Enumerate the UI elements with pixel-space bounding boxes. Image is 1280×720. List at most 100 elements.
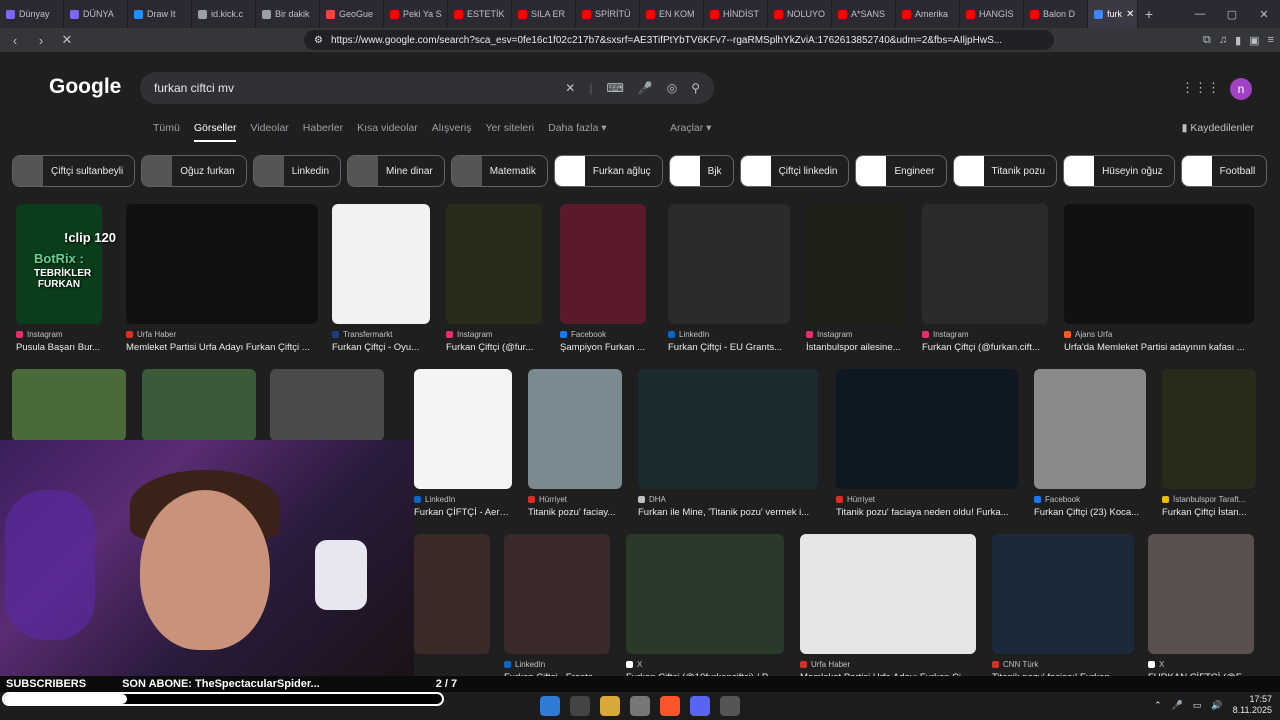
- new-tab-icon[interactable]: +: [1138, 6, 1160, 22]
- result-source[interactable]: Hürriyet: [528, 495, 622, 504]
- image-result[interactable]: XFURKAN ÇİFTÇİ (@F...: [1148, 534, 1254, 683]
- nav-tab[interactable]: Videolar: [250, 122, 288, 142]
- browser-tab[interactable]: ESTETİK: [448, 0, 512, 28]
- site-info-icon[interactable]: ⚙: [314, 35, 323, 46]
- lens-icon[interactable]: ◎: [667, 81, 677, 95]
- result-thumbnail[interactable]: [142, 369, 256, 441]
- related-search-chip[interactable]: Football: [1180, 155, 1268, 187]
- menu-icon[interactable]: ≡: [1268, 34, 1274, 47]
- result-thumbnail[interactable]: [504, 534, 610, 654]
- keyboard-icon[interactable]: ⌨: [606, 81, 623, 95]
- result-title[interactable]: Memleket Partisi Urfa Adayı Furkan Çiftç…: [126, 342, 318, 353]
- result-title[interactable]: Furkan ile Mine, 'Titanik pozu' vermek i…: [638, 507, 818, 518]
- result-source[interactable]: Instagram: [806, 330, 906, 339]
- related-search-chip[interactable]: Mine dinar: [347, 155, 445, 187]
- result-thumbnail[interactable]: [126, 204, 318, 324]
- browser-tab[interactable]: A*SANS: [832, 0, 896, 28]
- related-search-chip[interactable]: Linkedin: [252, 155, 342, 187]
- network-icon[interactable]: ▭: [1193, 700, 1202, 711]
- maximize-icon[interactable]: ▢: [1216, 8, 1248, 21]
- address-bar[interactable]: ⚙ https://www.google.com/search?sca_esv=…: [304, 30, 1054, 50]
- image-result[interactable]: Facebook Şampiyon Furkan ...: [560, 204, 646, 353]
- browser-tab[interactable]: id.kick.c: [192, 0, 256, 28]
- result-thumbnail[interactable]: [560, 204, 646, 324]
- browser-tab[interactable]: GeoGue: [320, 0, 384, 28]
- result-thumbnail[interactable]: [1034, 369, 1146, 489]
- result-thumbnail[interactable]: [414, 369, 512, 489]
- tray-mic-icon[interactable]: 🎤: [1172, 700, 1183, 711]
- clock[interactable]: 17:57 8.11.2025: [1233, 694, 1272, 716]
- result-source[interactable]: Ajans Urfa: [1064, 330, 1254, 339]
- result-thumbnail[interactable]: [992, 534, 1134, 654]
- result-source[interactable]: Instagram: [16, 330, 102, 339]
- related-search-chip[interactable]: Engineer: [855, 155, 947, 187]
- voice-search-icon[interactable]: 🎤: [638, 81, 653, 95]
- related-search-chip[interactable]: Titanik pozu: [952, 155, 1058, 187]
- result-source[interactable]: LinkedIn: [414, 495, 512, 504]
- nav-tab[interactable]: Daha fazla ▾: [548, 122, 606, 142]
- sidebar-icon[interactable]: ▮: [1235, 34, 1241, 47]
- result-source[interactable]: Hürriyet: [836, 495, 1018, 504]
- result-title[interactable]: Şampiyon Furkan ...: [560, 342, 646, 353]
- saved-link[interactable]: ▮ Kaydedilenler: [1182, 122, 1254, 134]
- browser-tab[interactable]: Amerika: [896, 0, 960, 28]
- result-thumbnail[interactable]: [626, 534, 784, 654]
- browser-tab[interactable]: Draw It: [128, 0, 192, 28]
- nav-tab[interactable]: Tümü: [153, 122, 180, 142]
- nav-tab[interactable]: Alışveriş: [432, 122, 472, 142]
- nav-tab[interactable]: Görseller: [193, 122, 237, 142]
- image-result[interactable]: [414, 534, 490, 654]
- browser-tab[interactable]: Peki Ya S: [384, 0, 448, 28]
- result-title[interactable]: Furkan ÇİFTÇİ - Aeros...: [414, 507, 512, 518]
- back-icon[interactable]: ‹: [6, 33, 24, 48]
- minimize-icon[interactable]: —: [1184, 8, 1216, 21]
- browser-tab[interactable]: DÜNYA: [64, 0, 128, 28]
- related-search-chip[interactable]: Hüseyin oğuz: [1063, 155, 1175, 187]
- browser-tab[interactable]: SPİRİTÜ: [576, 0, 640, 28]
- result-source[interactable]: Urfa Haber: [126, 330, 318, 339]
- browser-tab[interactable]: HİNDİST: [704, 0, 768, 28]
- result-thumbnail[interactable]: [446, 204, 542, 324]
- image-result[interactable]: Facebook Furkan Çiftçi (23) Koca...: [1034, 369, 1146, 518]
- browser-tab[interactable]: Dünyay: [0, 0, 64, 28]
- image-result[interactable]: Urfa Haber Memleket Partisi Urfa Adayı Fu…: [126, 204, 318, 353]
- volume-icon[interactable]: 🔊: [1211, 700, 1222, 711]
- nav-tab[interactable]: Kısa videolar: [357, 122, 418, 142]
- image-result[interactable]: Transfermarkt Furkan Çiftçi - Oyu...: [332, 204, 430, 353]
- close-window-icon[interactable]: ✕: [1248, 8, 1280, 21]
- image-result[interactable]: Urfa HaberMemleket Partisi Urfa Adayı Fu…: [800, 534, 976, 683]
- browser-tab-active[interactable]: furk ✕: [1088, 0, 1138, 28]
- extensions-icon[interactable]: ⧉: [1203, 34, 1211, 47]
- browser-tab[interactable]: EN KOM: [640, 0, 704, 28]
- image-result[interactable]: [270, 369, 384, 441]
- search-box[interactable]: furkan ciftci mv ✕ | ⌨ 🎤 ◎ ⚲: [140, 72, 714, 104]
- related-search-chip[interactable]: Furkan ağluç: [553, 155, 663, 187]
- result-thumbnail[interactable]: [836, 369, 1018, 489]
- result-thumbnail[interactable]: [12, 369, 126, 441]
- image-result[interactable]: Ajans Urfa Urfa'da Memleket Partisi adayı…: [1064, 204, 1254, 353]
- image-result[interactable]: XFurkan Çiftçi (@10furkanciftci) / P...: [626, 534, 784, 683]
- image-result[interactable]: CNN TürkTitanik pozu' faciası! Furkan ..…: [992, 534, 1134, 683]
- result-title[interactable]: Furkan Çiftçi İstan...: [1162, 507, 1256, 518]
- avatar[interactable]: n: [1230, 78, 1252, 100]
- search-query[interactable]: furkan ciftci mv: [154, 81, 234, 95]
- discord-icon[interactable]: [690, 696, 710, 716]
- result-thumbnail[interactable]: [922, 204, 1048, 324]
- result-thumbnail[interactable]: [1148, 534, 1254, 654]
- browser-tab[interactable]: HANGİS: [960, 0, 1024, 28]
- wallet-icon[interactable]: ▣: [1249, 34, 1259, 47]
- result-source[interactable]: İstanbulspor Taraft...: [1162, 495, 1256, 504]
- chatgpt-icon[interactable]: [630, 696, 650, 716]
- image-result[interactable]: İstanbulspor Taraft... Furkan Çiftçi İsta…: [1162, 369, 1256, 518]
- google-logo[interactable]: Google: [49, 75, 121, 99]
- result-source[interactable]: CNN Türk: [992, 660, 1134, 669]
- image-result[interactable]: Instagram Furkan Çiftçi (@furkan.cift...: [922, 204, 1048, 353]
- result-thumbnail[interactable]: [1162, 369, 1256, 489]
- result-title[interactable]: Furkan Çiftçi (@fur...: [446, 342, 542, 353]
- related-search-chip[interactable]: Çiftçi linkedin: [739, 155, 850, 187]
- nav-tab[interactable]: Haberler: [303, 122, 343, 142]
- result-title[interactable]: Pusula Başarı Bur...: [16, 342, 102, 353]
- tray-chevron-icon[interactable]: ⌃: [1154, 700, 1162, 711]
- browser-tab[interactable]: NOLUYO: [768, 0, 832, 28]
- result-thumbnail[interactable]: [332, 204, 430, 324]
